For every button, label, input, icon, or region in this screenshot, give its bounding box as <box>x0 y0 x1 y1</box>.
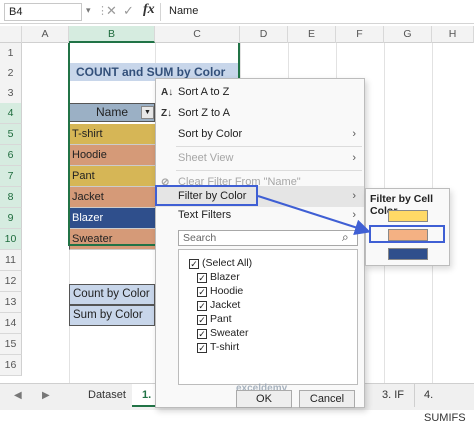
annotation-arrow <box>257 195 371 235</box>
